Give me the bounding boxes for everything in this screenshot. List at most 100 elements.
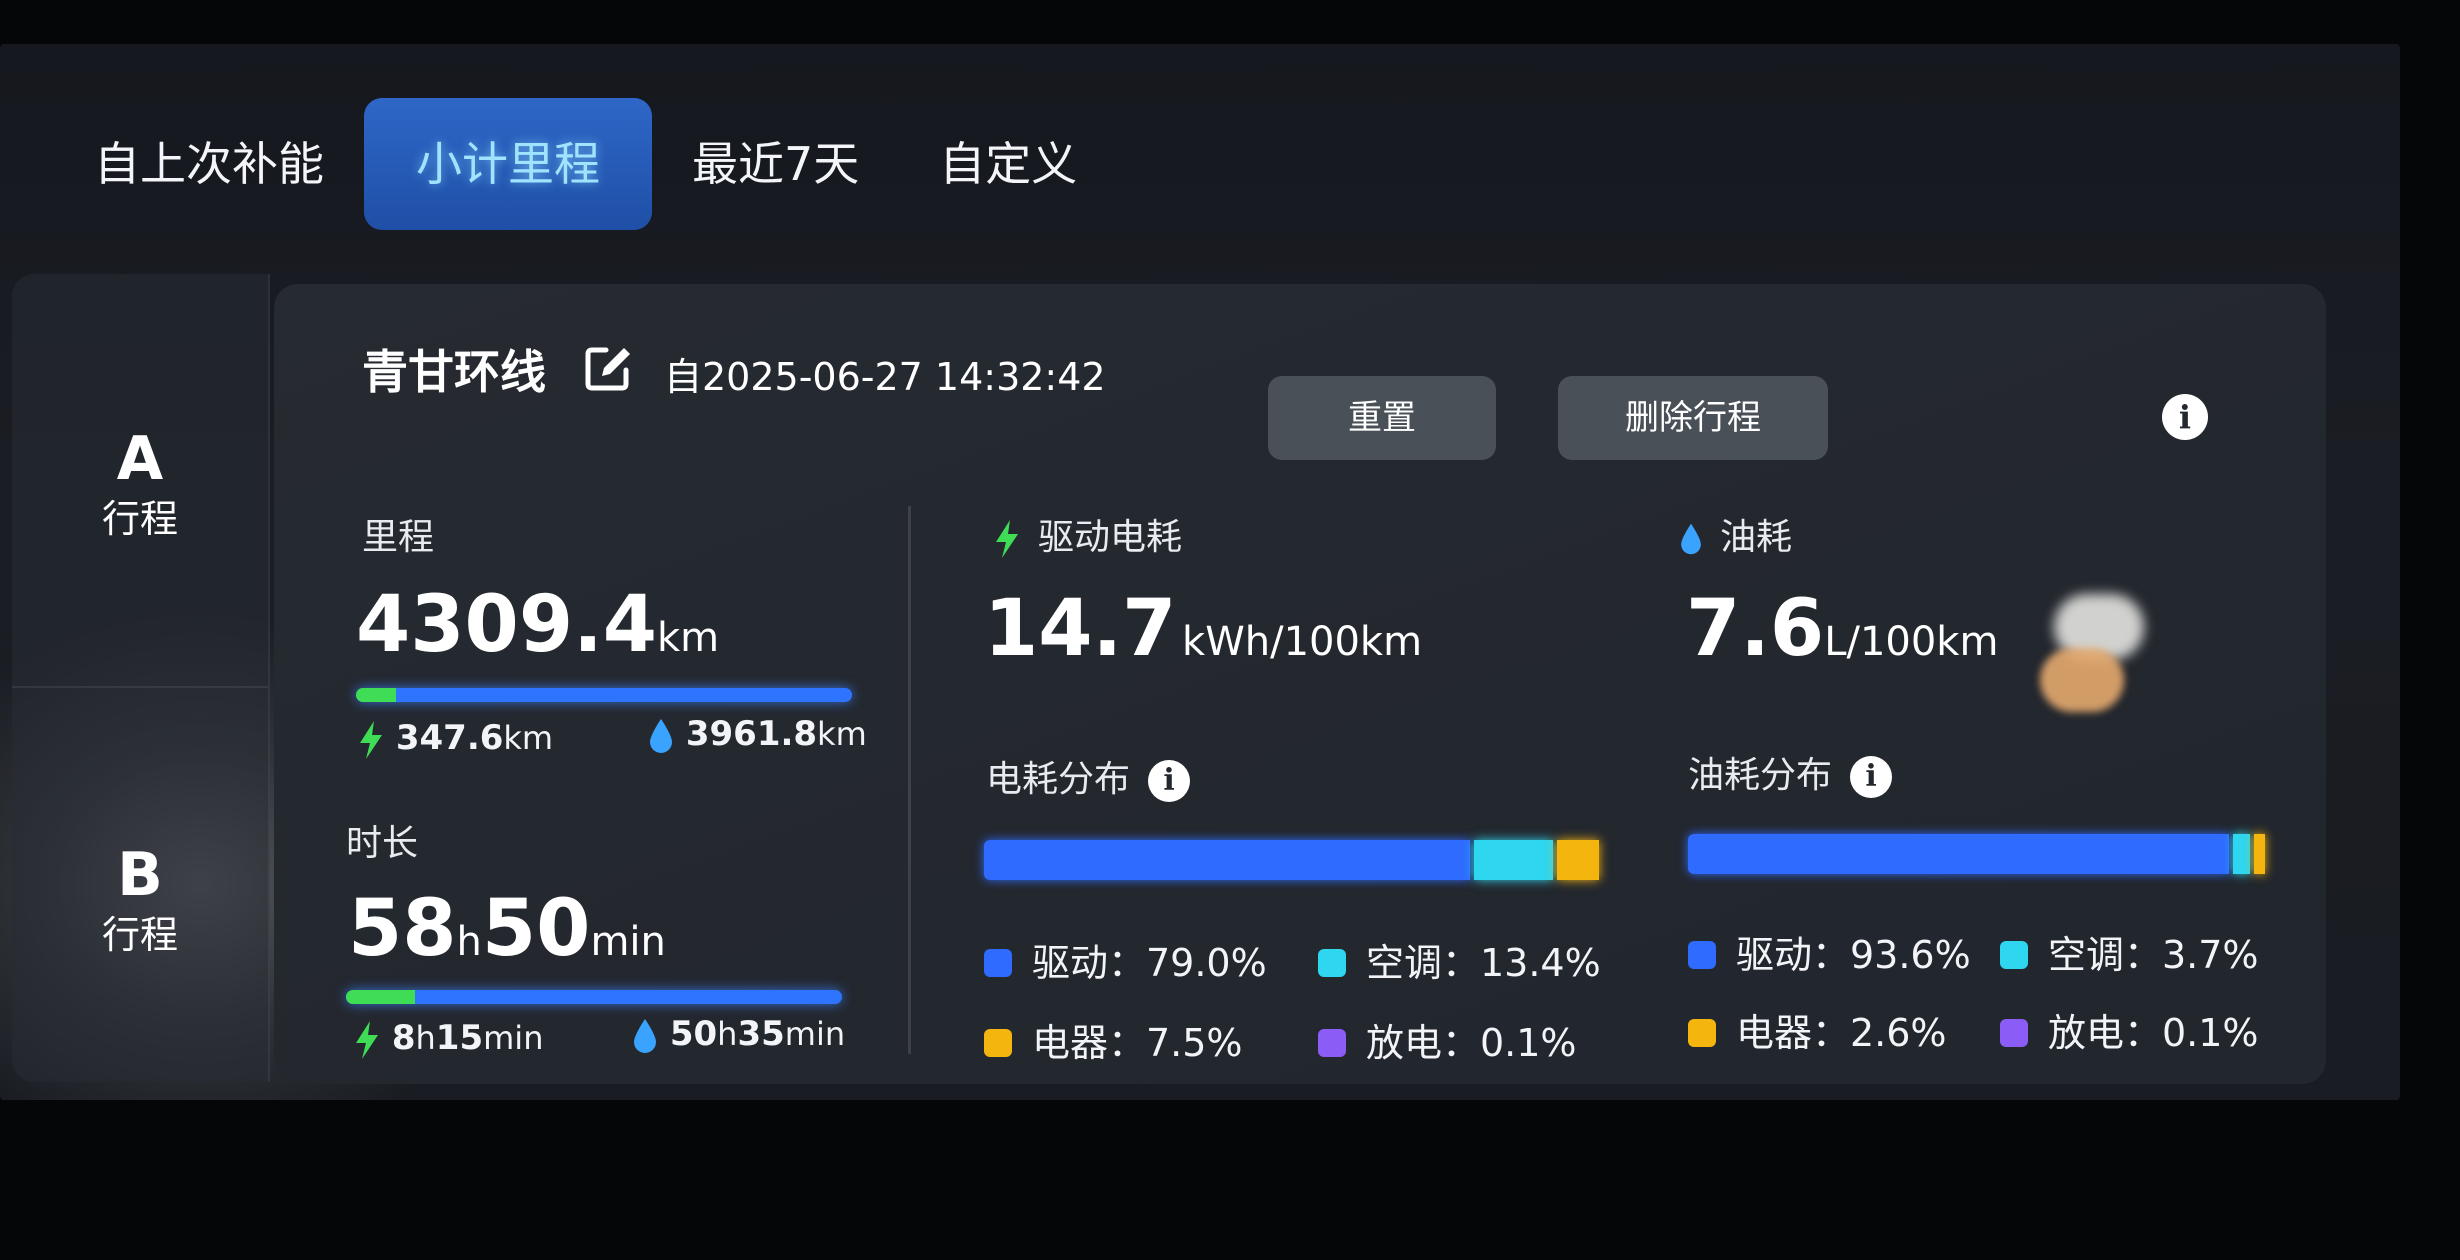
duration-electric-hours: 8 (391, 1018, 416, 1058)
duration-minutes-unit: min (590, 919, 666, 965)
fuel-consumption-label: 油耗 (1678, 508, 1792, 560)
fuel-consumption-title: 油耗 (1720, 517, 1793, 558)
electric-consumption-total: 14.7 kWh/100km (984, 584, 1422, 674)
legend-swatch (984, 1028, 1012, 1057)
screen: 自上次补能 小计里程 最近7天 自定义 A 行程 B 行程 青甘环线 自2025… (0, 44, 2400, 1100)
mileage-total: 4309.4km (356, 580, 719, 670)
mileage-electric-fill (356, 688, 397, 702)
mileage-bar (356, 688, 852, 702)
duration-electric: 8h15min (354, 1018, 543, 1059)
duration-minutes: 50 (481, 884, 591, 974)
fuel-consumption-unit: L/100km (1824, 619, 1999, 665)
fuel-consumption-total: 7.6L/100km (1686, 584, 1998, 674)
droplet-icon (1681, 523, 1701, 555)
mileage-value: 4309.4 (356, 580, 657, 670)
legend-item: 空调：3.7% (2000, 924, 2259, 979)
legend-label: 放电：0.1% (2048, 1011, 2259, 1055)
electric-consumption-title: 驱动电耗 (1038, 517, 1183, 558)
mileage-fuel-unit: km (817, 715, 867, 753)
duration-label: 时长 (346, 823, 419, 864)
electric-distribution-label: 电耗分布 i (986, 750, 1191, 802)
electric-consumption-label: 驱动电耗 (994, 508, 1182, 560)
legend-label: 放电：0.1% (1366, 1021, 1577, 1065)
trip-b-label: 行程 (101, 913, 178, 957)
duration-bar (346, 990, 842, 1004)
duration-fuel-h-unit: h (717, 1015, 738, 1053)
electric-consumption-value: 14.7 (984, 584, 1177, 674)
legend-swatch (2000, 940, 2028, 969)
duration-electric-min-unit: min (483, 1019, 544, 1057)
trip-start-time: 自2025-06-27 14:32:42 (664, 355, 1106, 399)
duration-hours-unit: h (456, 919, 482, 965)
info-icon[interactable]: i (1850, 756, 1893, 798)
legend-swatch (2000, 1018, 2028, 1047)
trip-name: 青甘环线 (362, 345, 546, 399)
lightning-icon (356, 1020, 378, 1059)
legend-item: 电器：2.6% (1688, 1002, 1947, 1057)
distribution-segment (2232, 834, 2251, 874)
trip-b-button[interactable]: B 行程 (12, 840, 268, 960)
mileage-fuel: 3961.8km (648, 714, 867, 755)
section-divider (908, 506, 911, 1054)
delete-trip-button[interactable]: 删除行程 (1558, 376, 1828, 460)
info-icon[interactable]: i (1148, 760, 1191, 802)
mileage-label: 里程 (362, 517, 435, 558)
mileage-unit: km (657, 615, 720, 661)
mileage-electric-value: 347.6 (395, 718, 504, 758)
top-tab-bar: 自上次补能 小计里程 最近7天 自定义 (60, 96, 1117, 232)
duration-fuel-min-unit: min (784, 1015, 846, 1053)
electric-consumption-unit: kWh/100km (1182, 619, 1423, 665)
legend-label: 驱动：93.6% (1736, 933, 1971, 977)
legend-label: 驱动：79.0% (1032, 941, 1267, 985)
legend-item: 驱动：93.6% (1688, 924, 1971, 979)
legend-swatch (1318, 948, 1346, 977)
lightning-icon (996, 520, 1018, 558)
droplet-icon (634, 1018, 656, 1053)
electric-distribution-bar (984, 840, 1604, 880)
distribution-segment (2254, 834, 2266, 874)
tab-custom[interactable]: 自定义 (899, 98, 1117, 230)
duration-total: 58h50min (348, 884, 666, 974)
legend-item: 放电：0.1% (1318, 1012, 1577, 1067)
legend-item: 空调：13.4% (1318, 932, 1601, 987)
distribution-segment (1473, 840, 1553, 880)
reset-button[interactable]: 重置 (1268, 376, 1496, 460)
tab-trip-meter[interactable]: 小计里程 (364, 98, 652, 230)
trip-a-label: 行程 (101, 497, 178, 541)
edit-icon[interactable] (582, 342, 634, 394)
lightning-icon (360, 720, 382, 759)
trip-detail-card: 青甘环线 自2025-06-27 14:32:42 重置 删除行程 i 里程 4… (274, 284, 2326, 1084)
legend-item: 电器：7.5% (984, 1012, 1243, 1067)
info-icon[interactable]: i (2162, 394, 2208, 440)
duration-fuel: 50h35min (632, 1014, 845, 1055)
legend-swatch (984, 948, 1012, 977)
fuel-distribution-title: 油耗分布 (1688, 755, 1833, 796)
distribution-segment (1688, 834, 2229, 874)
legend-item: 放电：0.1% (2000, 1002, 2259, 1057)
mileage-fuel-value: 3961.8 (685, 714, 818, 754)
legend-swatch (1688, 940, 1716, 969)
mileage-electric-unit: km (503, 719, 554, 757)
trip-a-letter: A (116, 424, 164, 494)
duration-fuel-minutes: 35 (737, 1014, 785, 1054)
duration-hours: 58 (348, 884, 457, 974)
fuel-distribution-bar (1688, 834, 2270, 874)
fuel-distribution-label: 油耗分布 i (1688, 746, 1893, 798)
legend-label: 空调：13.4% (1366, 941, 1601, 985)
trip-b-letter: B (117, 840, 163, 910)
legend-label: 空调：3.7% (2048, 933, 2259, 977)
mileage-electric: 347.6km (358, 718, 553, 759)
tab-last-7-days[interactable]: 最近7天 (652, 98, 899, 230)
legend-label: 电器：7.5% (1032, 1021, 1243, 1065)
droplet-icon (650, 718, 672, 753)
trip-divider (12, 686, 268, 688)
legend-label: 电器：2.6% (1736, 1011, 1947, 1055)
duration-fuel-hours: 50 (669, 1014, 718, 1054)
distribution-segment (1556, 840, 1600, 880)
electric-distribution-title: 电耗分布 (986, 759, 1131, 800)
duration-electric-minutes: 15 (435, 1018, 484, 1058)
legend-item: 驱动：79.0% (984, 932, 1267, 987)
distribution-segment (984, 840, 1470, 880)
tab-since-recharge[interactable]: 自上次补能 (60, 98, 364, 230)
trip-a-button[interactable]: A 行程 (12, 424, 268, 544)
